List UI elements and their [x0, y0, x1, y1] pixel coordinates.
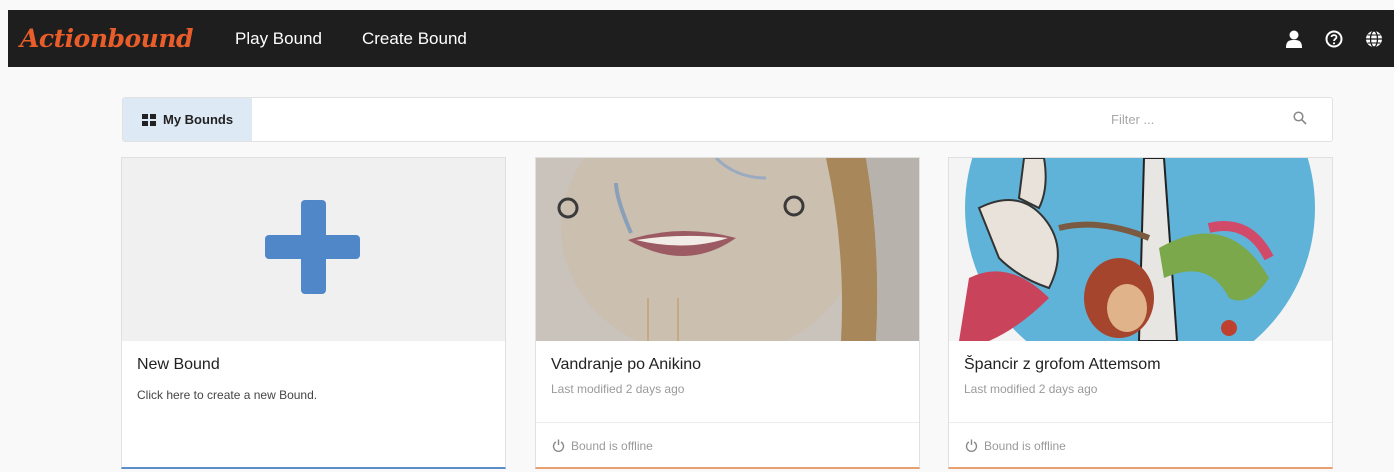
- card-footer: Bound is offline: [536, 422, 919, 468]
- nav-create-bound[interactable]: Create Bound: [362, 29, 467, 49]
- topbar-actions: [1274, 10, 1394, 67]
- card-subtitle: Click here to create a new Bound.: [137, 388, 318, 402]
- top-navbar: Actionbound Play Bound Create Bound: [8, 10, 1394, 67]
- globe-icon: [1366, 29, 1382, 48]
- bounds-toolbar: My Bounds: [122, 97, 1333, 142]
- new-bound-card[interactable]: New Bound Click here to create a new Bou…: [121, 157, 506, 469]
- user-icon: [1286, 30, 1302, 48]
- bound-status: Bound is offline: [571, 438, 653, 453]
- actionbound-logo[interactable]: Actionbound: [20, 24, 194, 53]
- user-button[interactable]: [1274, 10, 1314, 67]
- bound-thumbnail: [536, 158, 919, 341]
- card-title: Vandranje po Anikino: [551, 356, 702, 373]
- bound-card[interactable]: Vandranje po Anikino Last modified 2 day…: [535, 157, 920, 469]
- bound-status: Bound is offline: [984, 438, 1066, 453]
- card-subtitle: Last modified 2 days ago: [551, 382, 685, 396]
- new-bound-thumbnail: [122, 158, 505, 341]
- tab-my-bounds[interactable]: My Bounds: [123, 98, 252, 141]
- help-button[interactable]: [1314, 10, 1354, 67]
- help-icon: [1325, 30, 1343, 47]
- search-icon[interactable]: [1293, 111, 1307, 130]
- bound-card[interactable]: Špancir z grofom Attemsom Last modified …: [948, 157, 1333, 469]
- power-icon: [965, 439, 978, 452]
- bound-thumbnail: [949, 158, 1332, 341]
- grid-icon: [142, 113, 156, 126]
- filter-input[interactable]: [1111, 106, 1281, 133]
- tab-my-bounds-label: My Bounds: [163, 112, 234, 127]
- card-title: Špancir z grofom Attemsom: [964, 356, 1161, 373]
- nav-play-bound[interactable]: Play Bound: [235, 29, 322, 49]
- plus-icon: [265, 200, 360, 294]
- card-footer: Bound is offline: [949, 422, 1332, 468]
- power-icon: [552, 439, 565, 452]
- language-button[interactable]: [1354, 10, 1394, 67]
- card-title: New Bound: [137, 356, 220, 373]
- card-subtitle: Last modified 2 days ago: [964, 382, 1098, 396]
